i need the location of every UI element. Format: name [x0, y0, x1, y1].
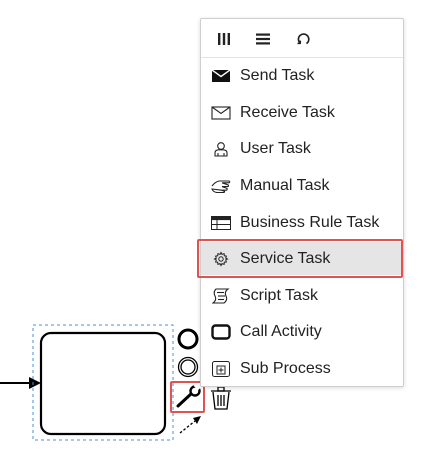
send-envelope-icon — [209, 66, 233, 86]
replace-popup-menu: Send Task Receive Task User Task Manual … — [200, 18, 404, 387]
task-shape[interactable] — [39, 331, 167, 436]
entry-label: Receive Task — [240, 103, 335, 121]
intermediate-event-icon[interactable] — [177, 356, 199, 378]
end-event-icon[interactable] — [177, 328, 199, 350]
user-icon — [209, 139, 233, 159]
call-activity-icon — [209, 322, 233, 342]
entry-label: Manual Task — [240, 176, 330, 194]
entry-label: Sub Process — [240, 359, 331, 377]
entry-label: Send Task — [240, 66, 315, 84]
trash-icon[interactable] — [211, 386, 231, 410]
connect-arrow-icon[interactable] — [179, 416, 201, 434]
header-divider — [201, 57, 403, 58]
entry-user-task[interactable]: User Task — [201, 132, 403, 165]
loop-icon[interactable] — [291, 27, 315, 51]
toggle-columns-icon[interactable] — [212, 27, 236, 51]
entry-label: Business Rule Task — [240, 213, 380, 231]
subprocess-icon — [209, 359, 233, 379]
entry-receive-task[interactable]: Receive Task — [201, 96, 403, 129]
entry-call-activity[interactable]: Call Activity — [201, 315, 403, 348]
entry-label: Call Activity — [240, 322, 322, 340]
hand-icon — [209, 176, 233, 196]
entry-sub-process[interactable]: Sub Process — [201, 352, 403, 385]
entry-business-rule-task[interactable]: Business Rule Task — [201, 206, 403, 239]
hamburger-menu-icon[interactable] — [251, 27, 275, 51]
receive-envelope-icon — [209, 103, 233, 123]
script-icon — [209, 286, 233, 306]
service-task-highlight — [197, 239, 403, 278]
entry-send-task[interactable]: Send Task — [201, 59, 403, 92]
entry-script-task[interactable]: Script Task — [201, 279, 403, 312]
table-icon — [209, 213, 233, 233]
entry-label: Script Task — [240, 286, 318, 304]
entry-manual-task[interactable]: Manual Task — [201, 169, 403, 202]
popup-header — [201, 19, 403, 57]
entry-label: User Task — [240, 139, 311, 157]
sequence-flow[interactable] — [0, 377, 41, 389]
